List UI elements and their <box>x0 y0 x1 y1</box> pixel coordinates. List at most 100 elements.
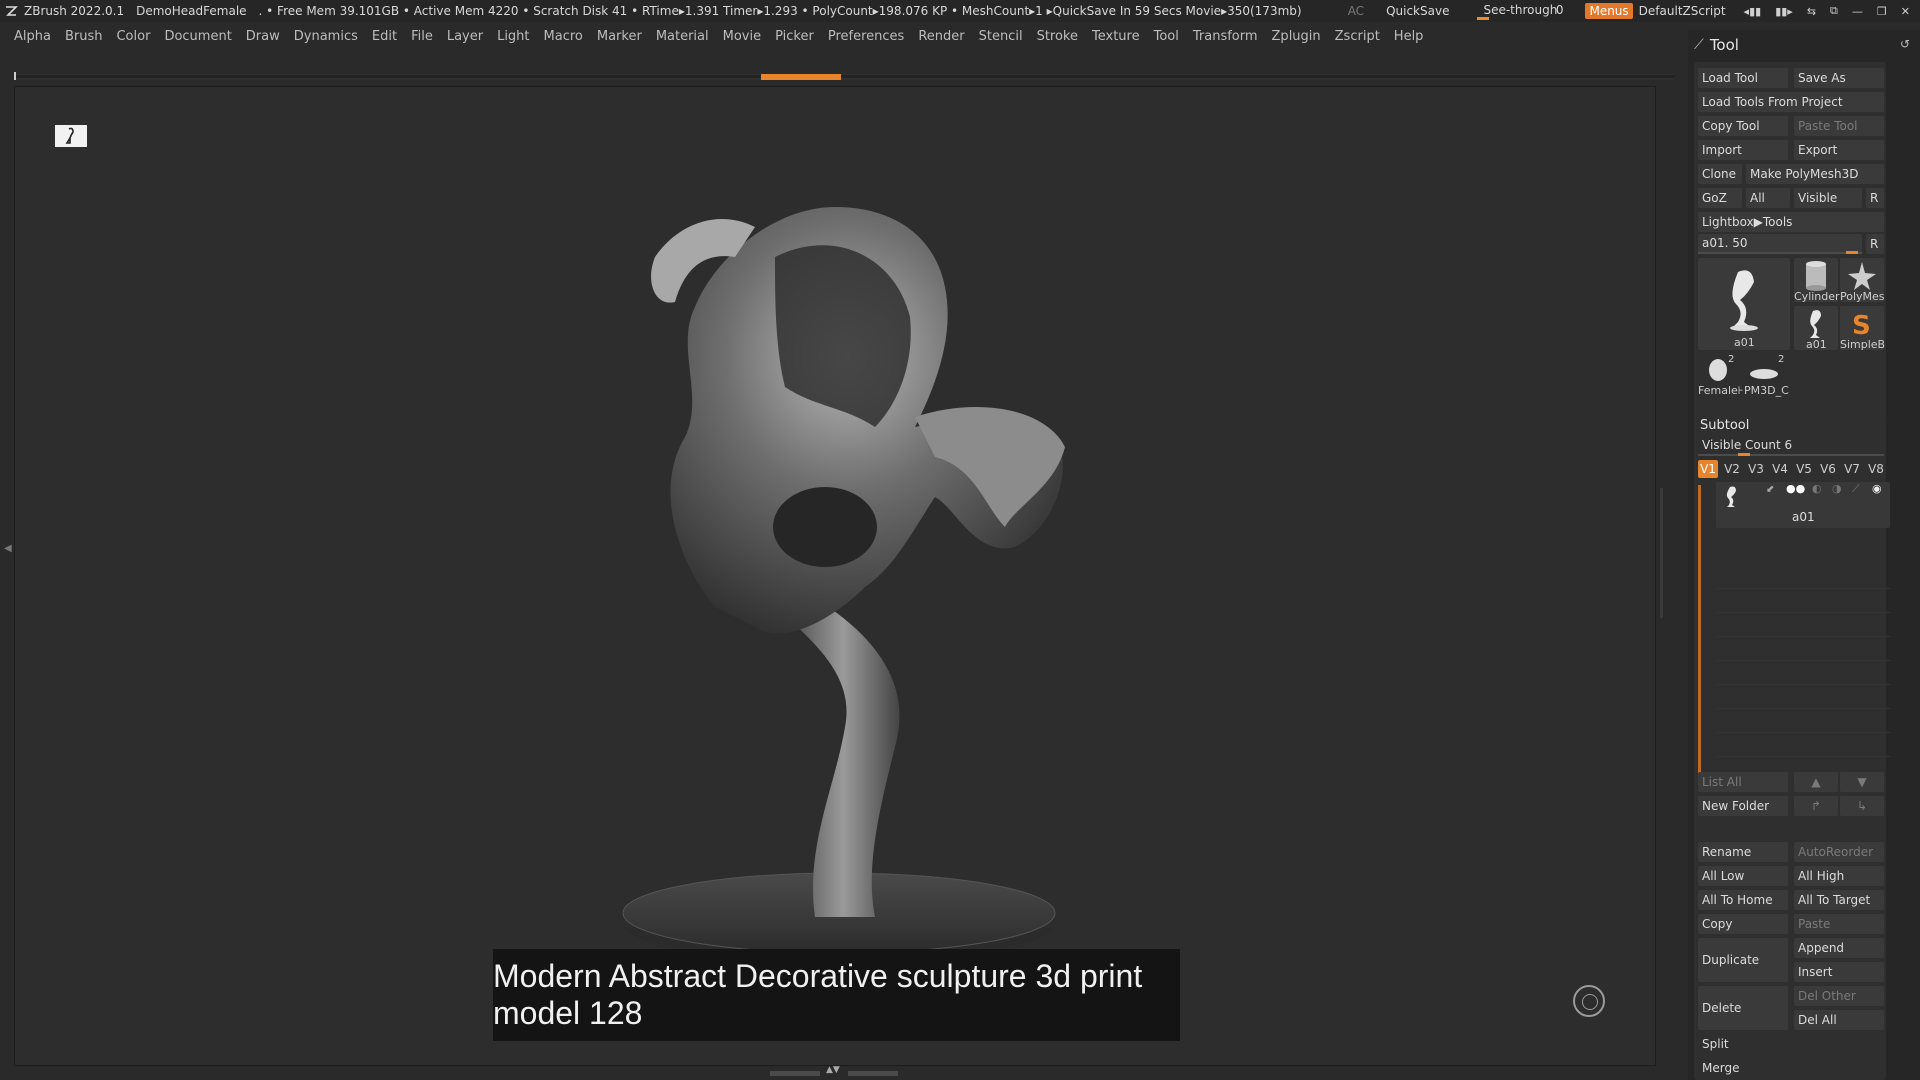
all-low-button[interactable]: All Low <box>1698 866 1788 886</box>
import-button[interactable]: Import <box>1698 140 1788 160</box>
make-polymesh-button[interactable]: Make PolyMesh3D <box>1746 164 1884 184</box>
rotation-gizmo-icon[interactable] <box>1573 985 1605 1017</box>
subtool-brush-icon[interactable]: ⬋ <box>1766 484 1774 495</box>
menu-stroke[interactable]: Stroke <box>1037 29 1078 44</box>
export-button[interactable]: Export <box>1794 140 1884 160</box>
menu-render[interactable]: Render <box>918 29 964 44</box>
menu-marker[interactable]: Marker <box>597 29 642 44</box>
goz-button[interactable]: GoZ <box>1698 188 1742 208</box>
goz-r-button[interactable]: R <box>1866 188 1884 208</box>
minimize-icon[interactable]: — <box>1852 5 1863 18</box>
menu-material[interactable]: Material <box>656 29 709 44</box>
auto-reorder-button[interactable]: AutoReorder <box>1794 842 1884 862</box>
menu-stencil[interactable]: Stencil <box>979 29 1023 44</box>
right-tray-handle[interactable] <box>1658 488 1666 618</box>
timeline-marker[interactable] <box>14 72 16 80</box>
menu-tool[interactable]: Tool <box>1154 29 1179 44</box>
menu-picker[interactable]: Picker <box>775 29 814 44</box>
del-all-button[interactable]: Del All <box>1794 1010 1884 1030</box>
visibility-set-v3[interactable]: V3 <box>1746 460 1766 478</box>
layout-right-icon[interactable]: ▮▮▸ <box>1775 5 1793 18</box>
subtool-scrollbar[interactable] <box>1698 485 1701 773</box>
menu-file[interactable]: File <box>411 29 433 44</box>
visibility-set-v1[interactable]: V1 <box>1698 460 1718 478</box>
del-other-button[interactable]: Del Other <box>1794 986 1884 1006</box>
tool-palette-header[interactable]: ⟋ Tool ↺ <box>1688 30 1920 60</box>
tool-thumb-cylinder[interactable]: Cylinder <box>1794 258 1840 303</box>
menu-brush[interactable]: Brush <box>65 29 103 44</box>
timeline-current-segment[interactable] <box>761 74 841 80</box>
subtool-toggle-icon[interactable]: ●● <box>1786 482 1805 495</box>
ac-button[interactable]: AC <box>1348 4 1364 18</box>
menu-dynamics[interactable]: Dynamics <box>294 29 358 44</box>
copy-button[interactable]: Copy <box>1698 914 1788 934</box>
subtool-eye-icon[interactable]: ◉ <box>1872 482 1882 495</box>
sculpture-model[interactable] <box>15 87 1657 1067</box>
layout-swap-icon[interactable]: ⇆ <box>1807 5 1816 18</box>
goz-visible-button[interactable]: Visible <box>1794 188 1862 208</box>
tool-thumb-female[interactable]: 2 Female⊦ <box>1698 354 1744 398</box>
new-folder-button[interactable]: New Folder <box>1698 796 1788 816</box>
menu-help[interactable]: Help <box>1394 29 1424 44</box>
tool-thumb-a01-small[interactable]: a01 <box>1794 306 1838 351</box>
folder-up-icon[interactable]: ↱ <box>1794 796 1838 816</box>
clone-button[interactable]: Clone <box>1698 164 1742 184</box>
left-tray-handle[interactable]: ◀ <box>4 488 12 618</box>
visibility-set-v5[interactable]: V5 <box>1794 460 1814 478</box>
palette-pin-icon[interactable]: ⟋ <box>1694 37 1704 53</box>
tool-thumb-simpleb[interactable]: S SimpleB <box>1840 306 1885 351</box>
paste-button[interactable]: Paste <box>1794 914 1884 934</box>
save-as-button[interactable]: Save As <box>1794 68 1884 88</box>
default-zscript-button[interactable]: DefaultZScript <box>1639 4 1726 18</box>
menu-edit[interactable]: Edit <box>372 29 397 44</box>
layout-float-icon[interactable]: ⧉ <box>1830 4 1838 18</box>
paste-tool-button[interactable]: Paste Tool <box>1794 116 1884 136</box>
lightbox-tools-button[interactable]: Lightbox▶Tools <box>1698 212 1884 232</box>
menu-transform[interactable]: Transform <box>1193 29 1258 44</box>
timeline-strip[interactable] <box>14 72 1674 80</box>
move-up-icon[interactable]: ▲ <box>1794 772 1838 792</box>
all-to-target-button[interactable]: All To Target <box>1794 890 1884 910</box>
menu-movie[interactable]: Movie <box>723 29 761 44</box>
subtool-edit-icon[interactable]: ⟋ <box>1852 482 1860 496</box>
layout-left-icon[interactable]: ◂▮▮ <box>1744 5 1762 18</box>
menu-macro[interactable]: Macro <box>544 29 583 44</box>
menu-color[interactable]: Color <box>116 29 150 44</box>
quicksave-button[interactable]: QuickSave <box>1386 4 1449 18</box>
all-to-home-button[interactable]: All To Home <box>1698 890 1788 910</box>
list-all-button[interactable]: List All <box>1698 772 1788 792</box>
append-button[interactable]: Append <box>1794 938 1884 958</box>
menu-zplugin[interactable]: Zplugin <box>1272 29 1321 44</box>
insert-button[interactable]: Insert <box>1794 962 1884 982</box>
all-high-button[interactable]: All High <box>1794 866 1884 886</box>
load-tool-button[interactable]: Load Tool <box>1698 68 1788 88</box>
tool-thumb-pm3d[interactable]: 2 PM3D_C <box>1744 354 1789 398</box>
see-through-knob[interactable] <box>1477 17 1490 20</box>
tool-thumb-a01[interactable]: a01 <box>1698 258 1790 350</box>
move-down-icon[interactable]: ▼ <box>1840 772 1884 792</box>
goz-all-button[interactable]: All <box>1746 188 1790 208</box>
duplicate-button[interactable]: Duplicate <box>1698 938 1788 982</box>
merge-menu[interactable]: Merge <box>1698 1058 1884 1078</box>
tool-slider-r-button[interactable]: R <box>1866 234 1884 254</box>
visible-count-knob[interactable] <box>1738 453 1750 456</box>
subtool-lock-icon[interactable]: ◑ <box>1832 482 1842 495</box>
visibility-set-v6[interactable]: V6 <box>1818 460 1838 478</box>
menu-alpha[interactable]: Alpha <box>14 29 51 44</box>
subtool-title[interactable]: Subtool <box>1700 418 1749 433</box>
menu-texture[interactable]: Texture <box>1092 29 1140 44</box>
menu-light[interactable]: Light <box>497 29 529 44</box>
subtool-item-a01[interactable]: ⬋ ●● ◐ ◑ ⟋ ◉ a01 <box>1716 482 1890 528</box>
menus-toggle[interactable]: Menus <box>1585 3 1633 19</box>
close-icon[interactable]: ✕ <box>1901 5 1910 18</box>
tool-thumb-polymesh[interactable]: PolyMes <box>1840 258 1885 303</box>
subtool-dynamesh-icon[interactable]: ◐ <box>1812 482 1822 495</box>
menu-document[interactable]: Document <box>164 29 231 44</box>
rename-button[interactable]: Rename <box>1698 842 1788 862</box>
visible-count-slider[interactable]: Visible Count 6 <box>1698 436 1884 456</box>
visibility-set-v7[interactable]: V7 <box>1842 460 1862 478</box>
visibility-set-v8[interactable]: V8 <box>1866 460 1886 478</box>
menu-zscript[interactable]: Zscript <box>1335 29 1380 44</box>
visibility-set-v2[interactable]: V2 <box>1722 460 1742 478</box>
canvas-viewport[interactable]: Modern Abstract Decorative sculpture 3d … <box>14 86 1656 1066</box>
